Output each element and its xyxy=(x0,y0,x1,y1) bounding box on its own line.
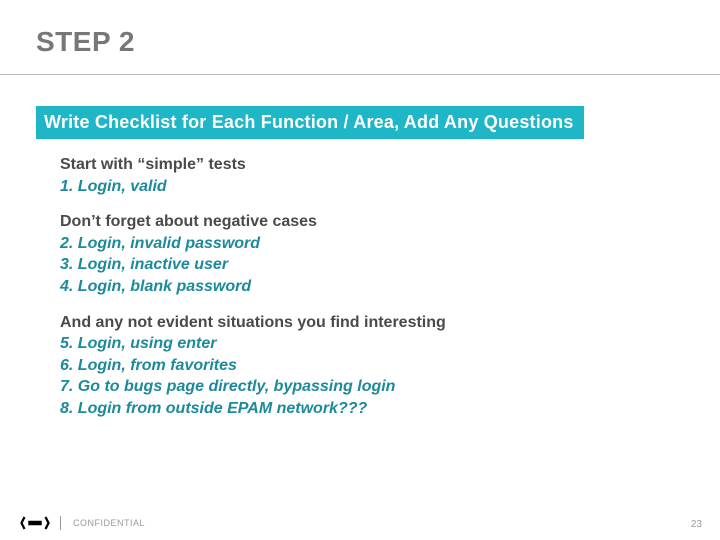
title-divider xyxy=(0,74,720,75)
list-item: 5. Login, using enter xyxy=(60,333,660,355)
epam-logo-icon xyxy=(20,513,50,533)
footer: CONFIDENTIAL xyxy=(0,506,720,540)
list-item: 2. Login, invalid password xyxy=(60,233,660,255)
section-heading: Don’t forget about negative cases xyxy=(60,211,660,233)
list-item: 1. Login, valid xyxy=(60,176,660,198)
footer-divider xyxy=(60,516,61,530)
list-item: 8. Login from outside EPAM network??? xyxy=(60,398,660,420)
content-area: Start with “simple” tests 1. Login, vali… xyxy=(60,154,660,420)
list-item: 6. Login, from favorites xyxy=(60,355,660,377)
list-item: 4. Login, blank password xyxy=(60,276,660,298)
list-item: 7. Go to bugs page directly, bypassing l… xyxy=(60,376,660,398)
list-item: 3. Login, inactive user xyxy=(60,254,660,276)
section-heading: Start with “simple” tests xyxy=(60,154,660,176)
confidential-label: CONFIDENTIAL xyxy=(73,518,145,528)
section-heading: And any not evident situations you find … xyxy=(60,312,660,334)
slide-title: STEP 2 xyxy=(36,26,135,58)
page-number: 23 xyxy=(691,519,702,530)
section-banner: Write Checklist for Each Function / Area… xyxy=(36,106,584,139)
